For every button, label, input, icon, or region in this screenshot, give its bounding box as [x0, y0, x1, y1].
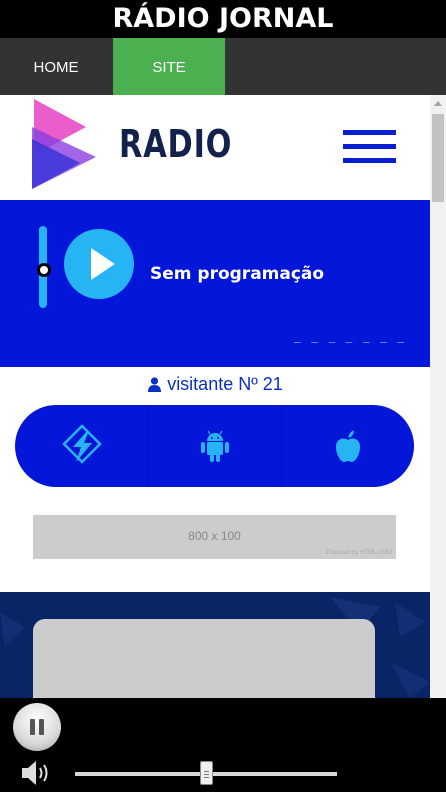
radio-logo-icon: [32, 99, 96, 189]
page-scrollbar[interactable]: [430, 95, 446, 698]
hamburger-icon[interactable]: [343, 130, 396, 164]
featured-card[interactable]: [33, 619, 375, 698]
app-link-web[interactable]: [15, 405, 148, 487]
program-status-placeholder: _ _ _ _ _ _ _: [294, 330, 407, 343]
play-icon: [91, 248, 115, 280]
volume-slider-handle[interactable]: [37, 263, 51, 277]
android-icon: [201, 430, 229, 462]
logo-text: RADIO: [119, 122, 233, 166]
nav-tab-home[interactable]: HOME: [0, 38, 112, 95]
speaker-icon[interactable]: [20, 759, 54, 787]
audio-player-bar: [0, 698, 446, 792]
ad-banner[interactable]: 800 x 100 Powered by HTML.COM: [33, 515, 396, 559]
lightning-app-icon: [61, 424, 102, 464]
nav-tab-site[interactable]: SITE: [113, 38, 225, 95]
play-button[interactable]: [64, 229, 134, 299]
seek-slider-handle[interactable]: [200, 761, 213, 785]
web-content: RADIO Sem programação _ _ _ _ _ _ _ visi…: [0, 95, 430, 698]
pause-button[interactable]: [13, 703, 61, 751]
player-panel: Sem programação _ _ _ _ _ _ _: [0, 200, 430, 367]
app-link-android[interactable]: [148, 405, 281, 487]
apple-icon: [336, 430, 360, 462]
app-link-apple[interactable]: [281, 405, 414, 487]
pause-icon: [30, 719, 35, 735]
featured-section: [0, 592, 430, 698]
program-title: Sem programação: [150, 264, 325, 284]
ad-credit: Powered by HTML.COM: [326, 550, 392, 556]
visitor-text: visitante Nº 21: [167, 374, 283, 394]
app-title: RÁDIO JORNAL: [0, 0, 446, 38]
visitor-counter: visitante Nº 21: [0, 374, 430, 395]
ad-size-label: 800 x 100: [188, 529, 241, 543]
scroll-up-arrow-icon[interactable]: [434, 101, 442, 106]
app-links-bar: [15, 405, 414, 487]
user-icon: [148, 377, 162, 392]
top-nav: HOME SITE: [0, 38, 446, 95]
site-header: RADIO: [0, 95, 430, 200]
scrollbar-thumb[interactable]: [432, 114, 444, 202]
